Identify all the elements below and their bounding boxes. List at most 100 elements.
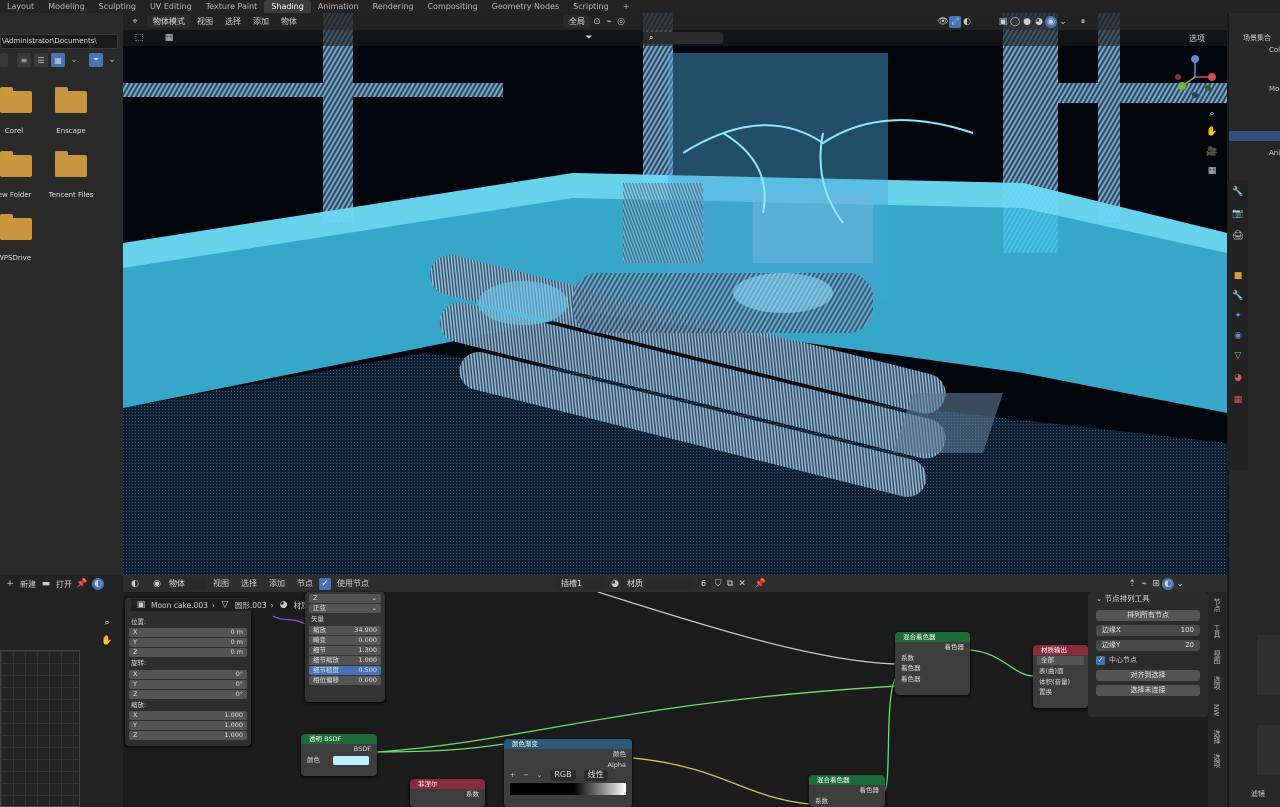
folder-label[interactable]: WPSDrive: [0, 254, 44, 262]
wave-axis-dropdown[interactable]: Z ⌄: [309, 594, 381, 603]
material-name-field[interactable]: 材质: [621, 577, 693, 590]
detail-scale-field[interactable]: 细节缩放 1.000: [309, 655, 381, 665]
tab-sculpting[interactable]: Sculpting: [92, 0, 143, 13]
duplicate-icon[interactable]: ⧉: [724, 578, 736, 590]
filter-icon[interactable]: ⏷: [89, 53, 103, 67]
new-button[interactable]: 新建: [20, 579, 36, 590]
material-shading-icon[interactable]: ◕: [1033, 16, 1045, 28]
material-tab-icon[interactable]: ◕: [1232, 372, 1244, 384]
xray-icon[interactable]: ▣: [997, 16, 1009, 28]
mix-shader-node[interactable]: 混合着色器 着色器 系数: [809, 775, 885, 807]
parent-node-icon[interactable]: ⇡: [1126, 578, 1138, 590]
detail-field[interactable]: 细节 1.300: [309, 645, 381, 655]
interpolation-dropdown[interactable]: 线性: [583, 770, 608, 781]
rendered-shading-icon[interactable]: ◉: [1045, 15, 1057, 28]
outliner-item[interactable]: Ani: [1269, 149, 1280, 157]
align-to-selected-button[interactable]: 对齐到选择: [1096, 670, 1200, 681]
margin-x-field[interactable]: 边缘X 100: [1096, 625, 1200, 636]
texture-tab-icon[interactable]: ▦: [1232, 394, 1244, 406]
use-nodes-checkbox[interactable]: ✓: [319, 577, 331, 590]
overlay-toggle-icon[interactable]: ◐: [92, 578, 104, 590]
folder-icon[interactable]: [0, 214, 32, 240]
fresnel-node[interactable]: 菲涅尔 系数: [410, 779, 485, 807]
list-view-icon[interactable]: ≡: [17, 53, 31, 67]
scale-x-field[interactable]: X 1.000: [129, 711, 247, 720]
folder-label[interactable]: New Folder: [0, 191, 42, 199]
shading-chevron-icon[interactable]: ⌄: [1057, 16, 1069, 28]
folder-icon[interactable]: [0, 87, 32, 113]
shader-type-dropdown[interactable]: 物体: [163, 577, 207, 590]
menu-add[interactable]: 添加: [263, 578, 291, 589]
sidebar-tab-view[interactable]: 视图: [1212, 650, 1222, 664]
render-tab-icon[interactable]: 📷: [1232, 208, 1244, 220]
zoom-icon[interactable]: ⌕: [101, 617, 113, 629]
output-tab-icon[interactable]: 🖨: [1232, 230, 1244, 242]
phase-offset-field[interactable]: 相位偏移 0.000: [309, 675, 381, 685]
camera-icon[interactable]: 🎥: [1206, 146, 1218, 158]
back-button[interactable]: [0, 53, 8, 67]
tab-shading[interactable]: Shading: [264, 0, 311, 13]
mix-shader-node[interactable]: 混合着色器 着色器 系数 着色器 着色器: [895, 632, 970, 695]
pan-hand-icon[interactable]: ✋: [101, 635, 113, 647]
object-tab-icon[interactable]: ■: [1232, 270, 1244, 282]
sidebar-tab-node[interactable]: 节点: [1212, 598, 1222, 612]
snap-icon[interactable]: ⌁: [603, 16, 615, 28]
overlay-chevron-icon[interactable]: ⌄: [1174, 578, 1186, 590]
pivot-icon[interactable]: ⊙: [591, 16, 603, 28]
navigation-gizmo[interactable]: [1172, 54, 1218, 100]
menu-view[interactable]: 视图: [207, 578, 235, 589]
snap-options-icon[interactable]: ⊞: [1150, 578, 1162, 590]
filter-icon[interactable]: ⏷: [583, 32, 595, 44]
output-target-dropdown[interactable]: 全部: [1037, 656, 1084, 665]
color-ramp-node[interactable]: 颜色渐变 颜色 Alpha + − ⌄ RGB 线性: [504, 739, 632, 807]
transform-orientation-dropdown[interactable]: 全局: [563, 15, 591, 28]
rotation-x-field[interactable]: X 0°: [129, 669, 247, 679]
folder-icon[interactable]: [55, 87, 87, 113]
menu-select[interactable]: 选择: [235, 578, 263, 589]
open-button[interactable]: 打开: [56, 579, 72, 590]
material-output-node[interactable]: 材质输出 全部 表(曲)面 体积(音量) 置换: [1033, 645, 1088, 708]
color-swatch[interactable]: [333, 755, 369, 765]
margin-y-field[interactable]: 边缘Y 20: [1096, 640, 1200, 651]
outliner-root[interactable]: 场景集合: [1243, 33, 1271, 43]
object-type-icon[interactable]: ◉: [151, 578, 163, 590]
outliner-item[interactable]: Coll: [1269, 46, 1280, 54]
menu-add[interactable]: 添加: [247, 16, 275, 27]
material-sphere-icon[interactable]: ◕: [609, 578, 621, 590]
node-editor-canvas[interactable]: 类型 点 位置: X0 m Y0 m Z0 m 旋转: X0° Y0° Z0° …: [101, 592, 1227, 807]
tab-texture-paint[interactable]: Texture Paint: [199, 0, 265, 13]
pin-icon[interactable]: 📌: [76, 578, 88, 590]
menu-node[interactable]: 节点: [291, 578, 319, 589]
options-dropdown[interactable]: 选项: [1183, 33, 1211, 44]
tab-scripting[interactable]: Scripting: [566, 0, 616, 13]
tab-compositing[interactable]: Compositing: [420, 0, 484, 13]
breadcrumb-mesh[interactable]: 圆形.003: [235, 600, 267, 611]
wireframe-shading-icon[interactable]: ◯: [1009, 16, 1021, 28]
proportional-icon[interactable]: ◎: [615, 16, 627, 28]
grid-perspective-icon[interactable]: ▦: [1206, 165, 1218, 177]
solid-shading-icon[interactable]: ●: [1021, 16, 1033, 28]
overlay-icon[interactable]: ◐: [1162, 577, 1175, 590]
detail-roughness-field[interactable]: 细节糙度 0.500: [309, 665, 381, 675]
color-mode-dropdown[interactable]: RGB: [550, 770, 576, 781]
pause-icon[interactable]: ⏸: [1077, 16, 1089, 28]
folder-icon[interactable]: [55, 151, 87, 177]
thumbnail-view-icon[interactable]: ▦: [51, 53, 65, 67]
sidebar-tab-select[interactable]: 选择: [1212, 730, 1222, 744]
snap-icon[interactable]: ⌁: [1138, 578, 1150, 590]
sidebar-tab-options[interactable]: 选项: [1212, 676, 1222, 690]
image-canvas[interactable]: [0, 650, 80, 807]
menu-select[interactable]: 选择: [219, 16, 247, 27]
tab-uv-editing[interactable]: UV Editing: [143, 0, 199, 13]
detail-view-icon[interactable]: ☰: [34, 53, 48, 67]
filter-label[interactable]: 滤镜: [1251, 789, 1265, 799]
outliner-selected-row[interactable]: [1229, 131, 1280, 141]
outliner-item[interactable]: Moo: [1269, 85, 1280, 93]
breadcrumb-object[interactable]: Moon cake.003: [151, 601, 208, 610]
arrange-all-nodes-button[interactable]: 排列所有节点: [1096, 610, 1200, 621]
pan-hand-icon[interactable]: ✋: [1206, 126, 1218, 138]
location-x-field[interactable]: X0 m: [129, 628, 247, 637]
visibility-icon[interactable]: 👁: [937, 16, 949, 28]
sort-chevron-icon[interactable]: ⌄: [68, 54, 80, 66]
fake-user-icon[interactable]: ⛉: [712, 578, 724, 590]
